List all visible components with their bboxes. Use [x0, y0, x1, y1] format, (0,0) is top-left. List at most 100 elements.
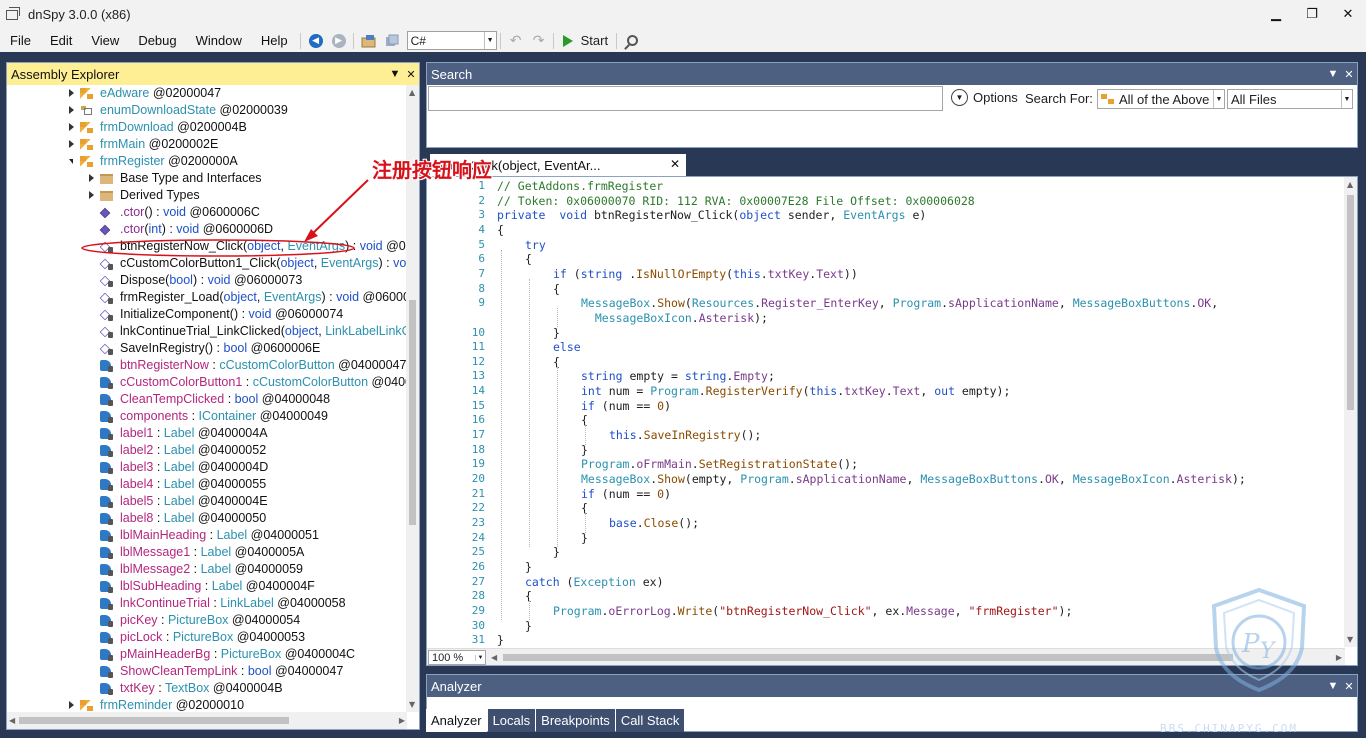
- tree-node[interactable]: Dispose(bool) : void @06000073: [7, 272, 407, 289]
- scrollbar-thumb[interactable]: [409, 300, 416, 525]
- code-view[interactable]: // GetAddons.frmRegister// Token: 0x0600…: [497, 179, 1342, 649]
- menu-edit[interactable]: Edit: [40, 33, 81, 48]
- tree-node-text: Label: [163, 443, 195, 457]
- scroll-right-icon[interactable]: ▶: [1336, 653, 1342, 662]
- close-button[interactable]: ✕: [1330, 0, 1366, 29]
- tab-locals[interactable]: Locals: [487, 709, 536, 732]
- scroll-down-icon[interactable]: ▼: [409, 700, 415, 709]
- scroll-up-icon[interactable]: ▲: [409, 88, 415, 97]
- save-all-button[interactable]: [381, 31, 403, 51]
- forward-button[interactable]: ▶: [328, 31, 350, 51]
- zoom-select[interactable]: 100 % ▼: [428, 650, 486, 665]
- tree-node[interactable]: Derived Types: [7, 187, 407, 204]
- minimize-button[interactable]: ▁: [1258, 0, 1294, 29]
- tree-node[interactable]: picLock : PictureBox @04000053: [7, 629, 407, 646]
- tree-node[interactable]: enumDownloadState @02000039: [7, 102, 407, 119]
- tree-node[interactable]: lnkContinueTrial : LinkLabel @04000058: [7, 595, 407, 612]
- tab-call-stack[interactable]: Call Stack: [615, 709, 685, 732]
- tree-node[interactable]: InitializeComponent() : void @06000074: [7, 306, 407, 323]
- back-button[interactable]: ◀: [305, 31, 327, 51]
- expanded-arrow-icon[interactable]: [69, 159, 73, 164]
- search-input[interactable]: [428, 86, 943, 111]
- panel-menu-icon[interactable]: ▼: [1325, 68, 1341, 80]
- tree-node[interactable]: btnRegisterNow : cCustomColorButton @040…: [7, 357, 407, 374]
- tree-node[interactable]: btnRegisterNow_Click(object, EventArgs) …: [7, 238, 407, 255]
- tree-node[interactable]: eAdware @02000047: [7, 85, 407, 102]
- tree-node[interactable]: label2 : Label @04000052: [7, 442, 407, 459]
- panel-close-icon[interactable]: ✕: [1341, 680, 1357, 693]
- tree-node-text: bool: [247, 664, 272, 678]
- options-button[interactable]: ▼ Options: [951, 89, 1018, 106]
- scrollbar-thumb[interactable]: [503, 654, 1233, 661]
- tree-node[interactable]: lblMainHeading : Label @04000051: [7, 527, 407, 544]
- menu-help[interactable]: Help: [251, 33, 297, 48]
- tree-node[interactable]: label1 : Label @0400004A: [7, 425, 407, 442]
- collapsed-arrow-icon[interactable]: [69, 123, 74, 131]
- tree-node[interactable]: label3 : Label @0400004D: [7, 459, 407, 476]
- collapsed-arrow-icon[interactable]: [69, 701, 74, 709]
- collapsed-arrow-icon[interactable]: [89, 174, 94, 182]
- search-button[interactable]: [621, 31, 643, 51]
- tree-node[interactable]: label5 : Label @0400004E: [7, 493, 407, 510]
- editor-vertical-scrollbar[interactable]: ▲ ▼: [1344, 177, 1357, 647]
- search-scope-select[interactable]: All of the Above ▼: [1097, 89, 1225, 109]
- tree-node[interactable]: frmRegister_Load(object, EventArgs) : vo…: [7, 289, 407, 306]
- search-files-select[interactable]: All Files ▼: [1227, 89, 1353, 109]
- collapsed-arrow-icon[interactable]: [69, 106, 74, 114]
- start-button[interactable]: Start: [562, 33, 608, 48]
- tree-horizontal-scrollbar[interactable]: ◀ ▶: [7, 712, 407, 729]
- panel-menu-icon[interactable]: ▼: [387, 68, 403, 80]
- collapsed-arrow-icon[interactable]: [89, 191, 94, 199]
- tree-node-text: @04000054: [228, 613, 301, 627]
- open-button[interactable]: [358, 31, 380, 51]
- tree-node[interactable]: CleanTempClicked : bool @04000048: [7, 391, 407, 408]
- restore-button[interactable]: ❐: [1294, 0, 1330, 29]
- tree-node[interactable]: cCustomColorButton1_Click(object, EventA…: [7, 255, 407, 272]
- scroll-up-icon[interactable]: ▲: [1347, 180, 1353, 189]
- scrollbar-thumb[interactable]: [1347, 195, 1354, 410]
- tree-node[interactable]: lblMessage2 : Label @04000059: [7, 561, 407, 578]
- scroll-down-icon[interactable]: ▼: [1347, 635, 1353, 644]
- panel-menu-icon[interactable]: ▼: [1325, 680, 1341, 692]
- tree-node[interactable]: txtKey : TextBox @0400004B: [7, 680, 407, 697]
- tree-node[interactable]: label8 : Label @04000050: [7, 510, 407, 527]
- tree-node[interactable]: Base Type and Interfaces: [7, 170, 407, 187]
- tree-node[interactable]: picKey : PictureBox @04000054: [7, 612, 407, 629]
- tree-node[interactable]: frmDownload @0200004B: [7, 119, 407, 136]
- tab-breakpoints[interactable]: Breakpoints: [536, 709, 615, 732]
- tree-node[interactable]: components : IContainer @04000049: [7, 408, 407, 425]
- scroll-left-icon[interactable]: ◀: [9, 716, 15, 725]
- tree-node[interactable]: lblSubHeading : Label @0400004F: [7, 578, 407, 595]
- tree-node[interactable]: .ctor(int) : void @0600006D: [7, 221, 407, 238]
- menu-view[interactable]: View: [81, 33, 128, 48]
- scroll-right-icon[interactable]: ▶: [399, 716, 405, 725]
- tree-node[interactable]: SaveInRegistry() : bool @0600006E: [7, 340, 407, 357]
- menu-window[interactable]: Window: [186, 33, 251, 48]
- tree-node[interactable]: frmRegister @0200000A: [7, 153, 407, 170]
- lock-icon: [108, 672, 113, 678]
- panel-close-icon[interactable]: ✕: [1341, 68, 1357, 81]
- collapsed-arrow-icon[interactable]: [69, 89, 74, 97]
- language-select[interactable]: C# ▼: [406, 31, 497, 50]
- title-bar: dnSpy 3.0.0 (x86) ▁ ❐ ✕: [0, 0, 1366, 29]
- tab-analyzer[interactable]: Analyzer: [426, 709, 487, 732]
- tab-close-icon[interactable]: ✕: [670, 157, 680, 171]
- tree-node[interactable]: lnkContinueTrial_LinkClicked(object, Lin…: [7, 323, 407, 340]
- scroll-left-icon[interactable]: ◀: [491, 653, 497, 662]
- tree-node[interactable]: frmMain @0200002E: [7, 136, 407, 153]
- redo-button[interactable]: ↷: [528, 31, 550, 51]
- panel-close-icon[interactable]: ✕: [403, 68, 419, 81]
- menu-debug[interactable]: Debug: [128, 33, 185, 48]
- tree-node[interactable]: lblMessage1 : Label @0400005A: [7, 544, 407, 561]
- menu-file[interactable]: File: [0, 33, 40, 48]
- tree-node[interactable]: label4 : Label @04000055: [7, 476, 407, 493]
- tree-node[interactable]: .ctor() : void @0600006C: [7, 204, 407, 221]
- tree-node[interactable]: pMainHeaderBg : PictureBox @0400004C: [7, 646, 407, 663]
- tree-node[interactable]: cCustomColorButton1 : cCustomColorButton…: [7, 374, 407, 391]
- tree-node[interactable]: ShowCleanTempLink : bool @04000047: [7, 663, 407, 680]
- svg-text:Y: Y: [1260, 639, 1277, 664]
- undo-button[interactable]: ↶: [505, 31, 527, 51]
- scrollbar-thumb[interactable]: [19, 717, 289, 724]
- collapsed-arrow-icon[interactable]: [69, 140, 74, 148]
- tree-node[interactable]: frmReminder @02000010: [7, 697, 407, 712]
